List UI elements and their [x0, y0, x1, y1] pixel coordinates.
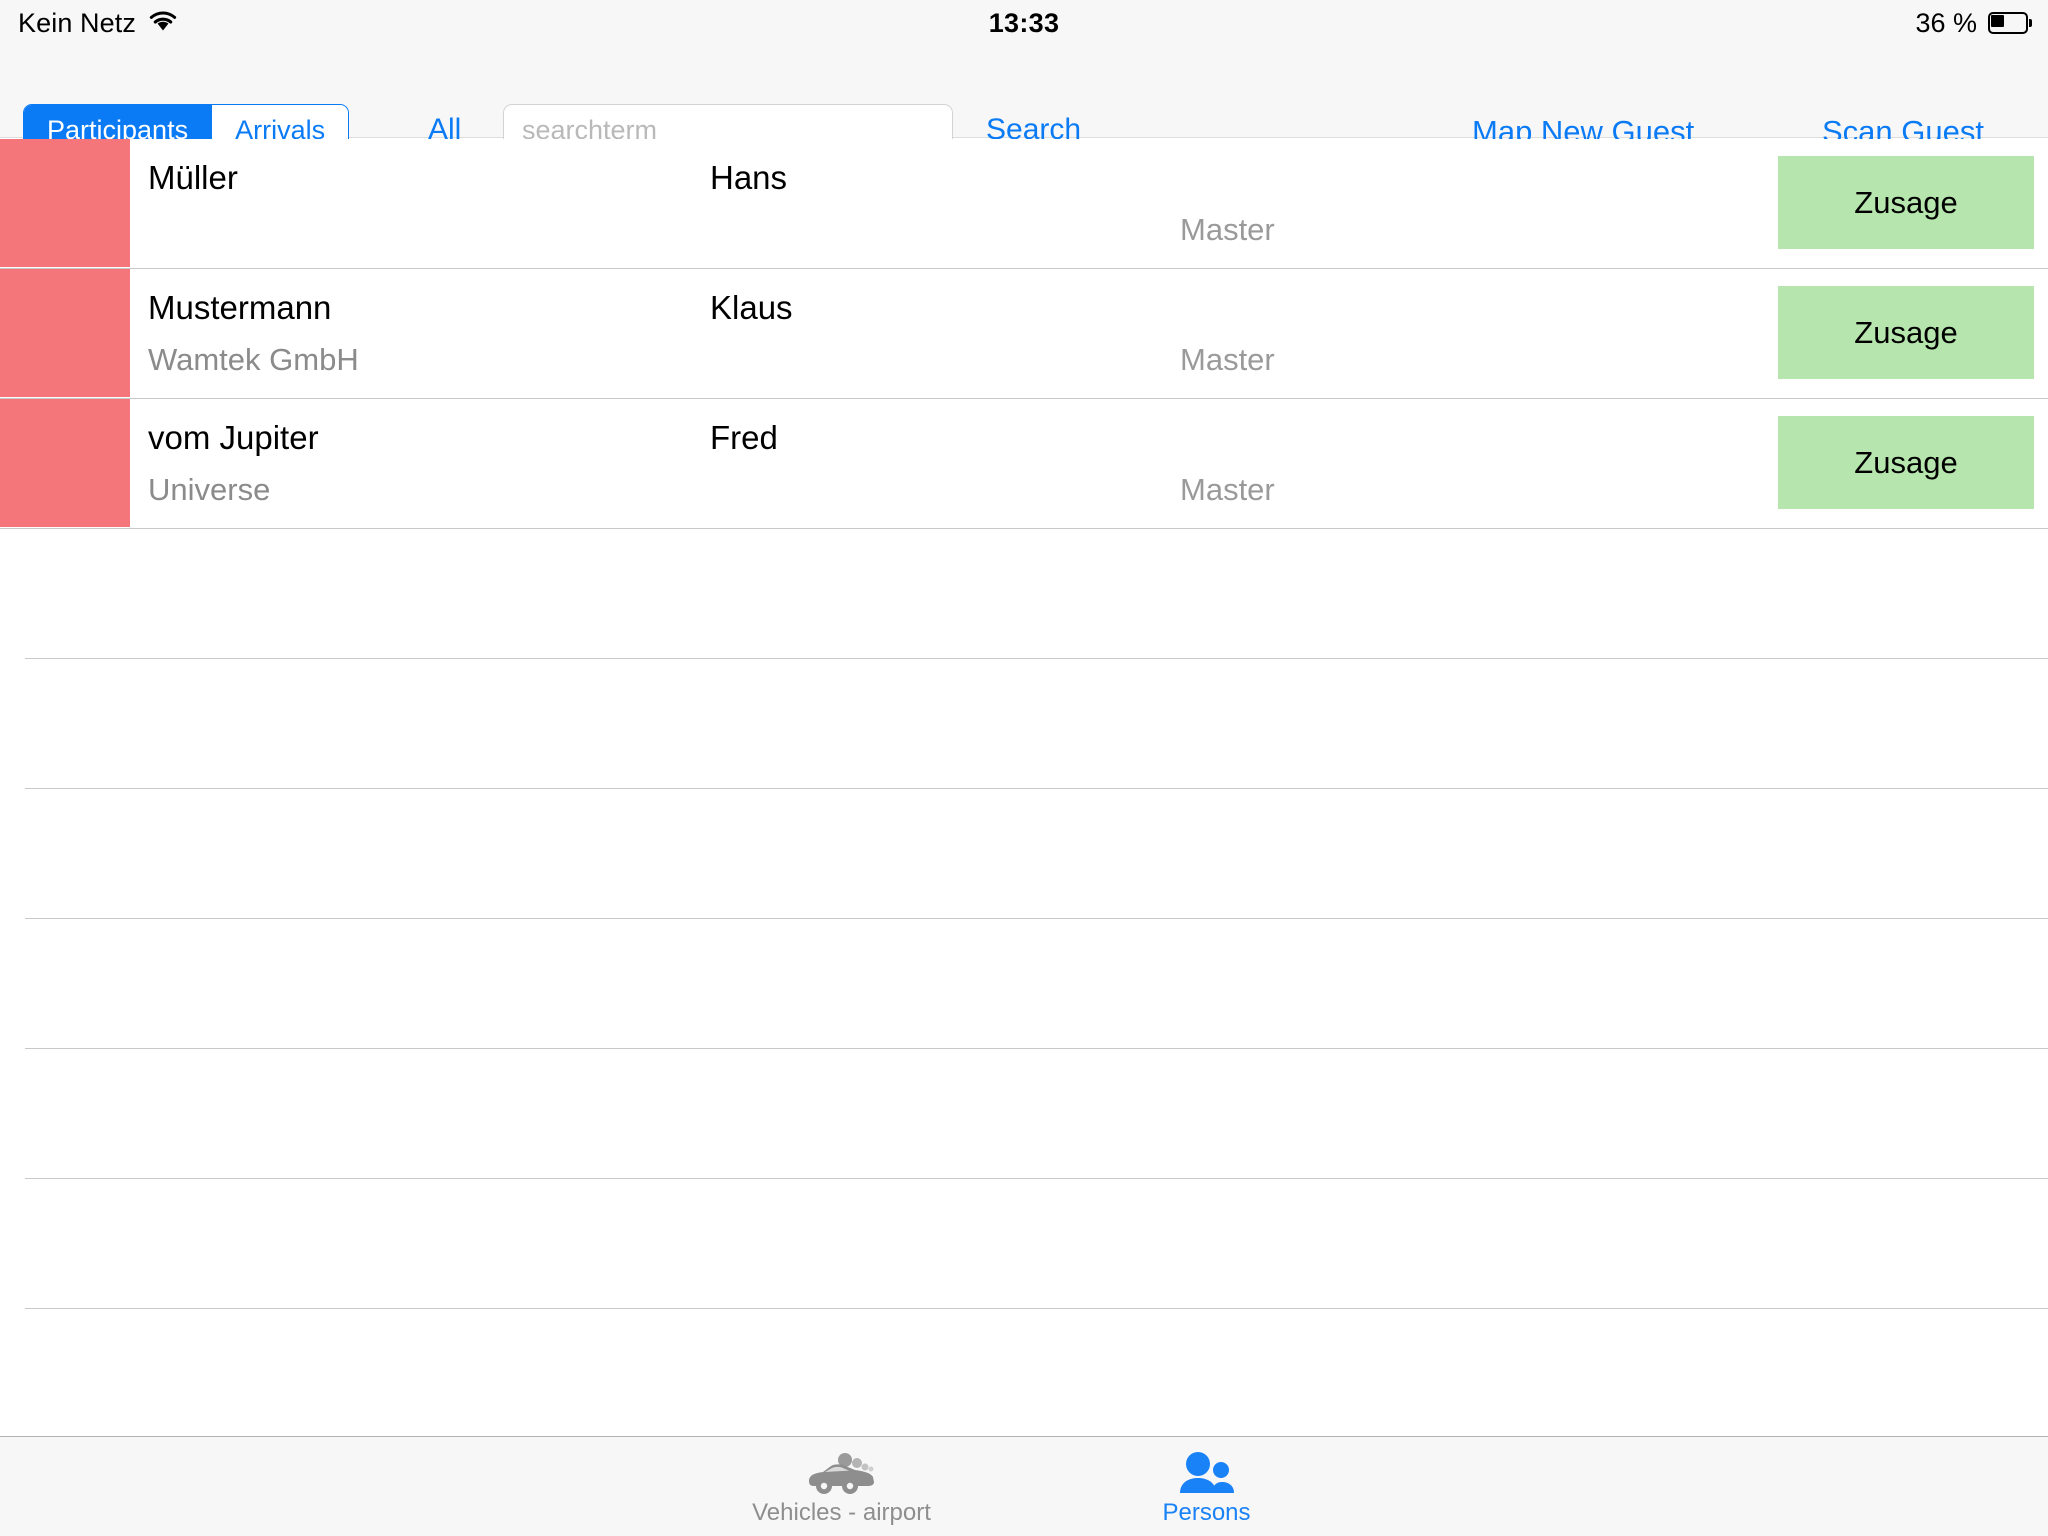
empty-table-row	[0, 659, 2048, 789]
clock-label: 13:33	[988, 7, 1060, 38]
tab-label: Persons	[1162, 1498, 1251, 1526]
status-bar-center: 13:33	[0, 0, 2048, 46]
status-bar-right: 36 %	[1915, 0, 2032, 46]
table-row[interactable]: Müller Hans Master Zusage	[0, 139, 2048, 269]
empty-table-row	[0, 1179, 2048, 1309]
role-label: Master	[1180, 472, 1275, 507]
organization-label: Universe	[148, 472, 271, 507]
status-flag	[0, 269, 130, 397]
first-name-label: Fred	[710, 419, 778, 456]
tab-bar: Vehicles - airport Persons	[0, 1436, 2048, 1536]
status-button[interactable]: Zusage	[1778, 416, 2034, 509]
empty-table-row	[0, 789, 2048, 919]
status-bar: Kein Netz 13:33 36 %	[0, 0, 2048, 46]
status-button[interactable]: Zusage	[1778, 286, 2034, 379]
table-row[interactable]: Mustermann Wamtek GmbH Klaus Master Zusa…	[0, 269, 2048, 399]
status-button[interactable]: Zusage	[1778, 156, 2034, 249]
last-name-label: vom Jupiter	[148, 419, 319, 456]
organization-label: Wamtek GmbH	[148, 342, 359, 377]
last-name-label: Mustermann	[148, 289, 332, 326]
last-name-label: Müller	[148, 159, 238, 196]
battery-percent-label: 36 %	[1915, 7, 1977, 38]
empty-table-row	[0, 1049, 2048, 1179]
persons-icon	[1176, 1447, 1238, 1495]
tab-vehicles-airport[interactable]: Vehicles - airport	[727, 1447, 957, 1527]
first-name-label: Hans	[710, 159, 788, 196]
tab-label: Vehicles - airport	[752, 1498, 931, 1526]
app-root: Kein Netz 13:33 36 % Participants Arriva…	[0, 0, 2048, 1536]
battery-icon	[1988, 12, 2032, 34]
empty-table-row	[0, 919, 2048, 1049]
table-row[interactable]: vom Jupiter Universe Fred Master Zusage	[0, 399, 2048, 529]
role-label: Master	[1180, 342, 1275, 377]
tab-persons[interactable]: Persons	[1092, 1447, 1322, 1527]
first-name-label: Klaus	[710, 289, 793, 326]
car-icon	[803, 1447, 881, 1495]
status-flag	[0, 399, 130, 527]
participants-table: Müller Hans Master Zusage Mustermann Wam…	[0, 139, 2048, 1310]
empty-table-row	[0, 529, 2048, 659]
toolbar: Participants Arrivals All Search Map New…	[0, 46, 2048, 156]
role-label: Master	[1180, 212, 1275, 247]
status-flag	[0, 139, 130, 267]
